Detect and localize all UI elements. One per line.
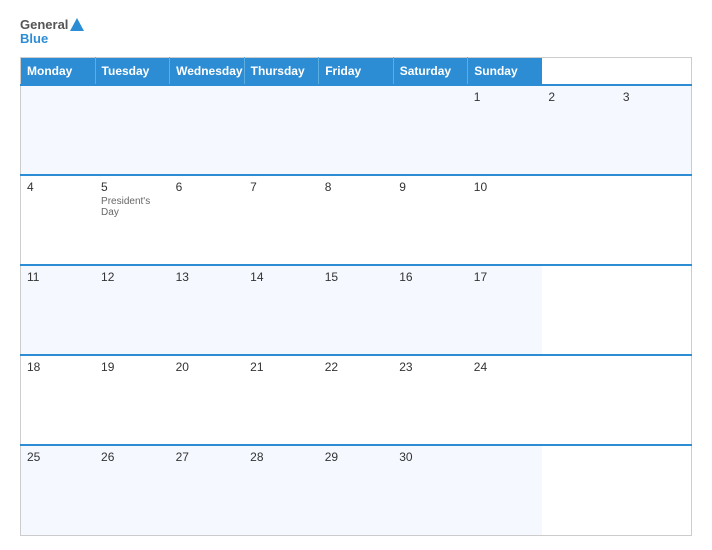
day-number: 5	[101, 180, 164, 194]
weekday-header-saturday: Saturday	[393, 57, 468, 85]
day-number: 14	[250, 270, 313, 284]
day-cell: 16	[393, 265, 468, 355]
weekday-header-row: MondayTuesdayWednesdayThursdayFridaySatu…	[21, 57, 692, 85]
empty-cell	[21, 85, 96, 175]
week-row-1: 45 President's Day 6789 10	[21, 175, 692, 265]
day-number: 18	[27, 360, 89, 374]
day-cell: 28	[244, 445, 319, 535]
day-number: 4	[27, 180, 89, 194]
weekday-header-monday: Monday	[21, 57, 96, 85]
day-cell: 5 President's Day	[95, 175, 170, 265]
day-number: 27	[176, 450, 239, 464]
logo: General Blue	[20, 18, 84, 47]
day-number: 17	[474, 270, 537, 284]
day-cell: 9	[393, 175, 468, 265]
day-cell	[244, 85, 319, 175]
empty-cell	[95, 85, 170, 175]
logo-triangle-icon	[70, 18, 84, 31]
day-number: 7	[250, 180, 313, 194]
day-number: 19	[101, 360, 164, 374]
day-cell	[468, 445, 543, 535]
day-cell: 17	[468, 265, 543, 355]
day-cell: 6	[170, 175, 245, 265]
day-number: 15	[325, 270, 388, 284]
day-number: 13	[176, 270, 239, 284]
day-cell: 22	[319, 355, 394, 445]
day-number: 30	[399, 450, 462, 464]
day-cell: 7	[244, 175, 319, 265]
day-cell	[393, 85, 468, 175]
day-number: 29	[325, 450, 388, 464]
day-cell: 14	[244, 265, 319, 355]
week-row-4: 25 26 27 28 29 30	[21, 445, 692, 535]
logo-blue-text: Blue	[20, 32, 84, 46]
weekday-header-tuesday: Tuesday	[95, 57, 170, 85]
holiday-label: President's Day	[101, 196, 164, 218]
day-cell: 26	[95, 445, 170, 535]
calendar-page: General Blue MondayTuesdayWednesdayThurs…	[0, 0, 712, 550]
weekday-header-thursday: Thursday	[244, 57, 319, 85]
day-cell: 8	[319, 175, 394, 265]
weekday-header-sunday: Sunday	[468, 57, 543, 85]
day-cell: 13	[170, 265, 245, 355]
day-cell: 25	[21, 445, 96, 535]
day-number: 10	[474, 180, 537, 194]
weekday-header-wednesday: Wednesday	[170, 57, 245, 85]
day-number: 8	[325, 180, 388, 194]
day-cell: 1	[468, 85, 543, 175]
weekday-header-friday: Friday	[319, 57, 394, 85]
week-row-3: 18 19 20 21 22 23 24	[21, 355, 692, 445]
day-number: 1	[474, 90, 537, 104]
day-number: 25	[27, 450, 89, 464]
day-number: 22	[325, 360, 388, 374]
day-cell: 24	[468, 355, 543, 445]
day-cell: 2	[542, 85, 617, 175]
day-cell: 18	[21, 355, 96, 445]
day-cell: 10	[468, 175, 543, 265]
day-cell: 29	[319, 445, 394, 535]
day-number: 23	[399, 360, 462, 374]
day-number: 2	[548, 90, 611, 104]
day-cell: 11	[21, 265, 96, 355]
day-number: 6	[176, 180, 239, 194]
logo-general-text: General	[20, 18, 68, 32]
day-number: 9	[399, 180, 462, 194]
day-number: 24	[474, 360, 537, 374]
day-cell: 27	[170, 445, 245, 535]
day-cell: 4	[21, 175, 96, 265]
day-number: 16	[399, 270, 462, 284]
day-cell: 30	[393, 445, 468, 535]
day-cell: 21	[244, 355, 319, 445]
week-row-2: 11 12 13 14 15 16 17	[21, 265, 692, 355]
day-number: 12	[101, 270, 164, 284]
day-cell: 15	[319, 265, 394, 355]
day-cell: 12	[95, 265, 170, 355]
day-number: 28	[250, 450, 313, 464]
header: General Blue	[20, 18, 692, 47]
week-row-0: 123	[21, 85, 692, 175]
day-cell	[319, 85, 394, 175]
day-number: 20	[176, 360, 239, 374]
day-cell: 23	[393, 355, 468, 445]
day-number: 21	[250, 360, 313, 374]
calendar-table: MondayTuesdayWednesdayThursdayFridaySatu…	[20, 57, 692, 536]
day-cell: 3	[617, 85, 692, 175]
day-number: 26	[101, 450, 164, 464]
day-cell: 19	[95, 355, 170, 445]
day-number: 3	[623, 90, 685, 104]
day-cell: 20	[170, 355, 245, 445]
day-number: 11	[27, 270, 89, 284]
empty-cell	[170, 85, 245, 175]
